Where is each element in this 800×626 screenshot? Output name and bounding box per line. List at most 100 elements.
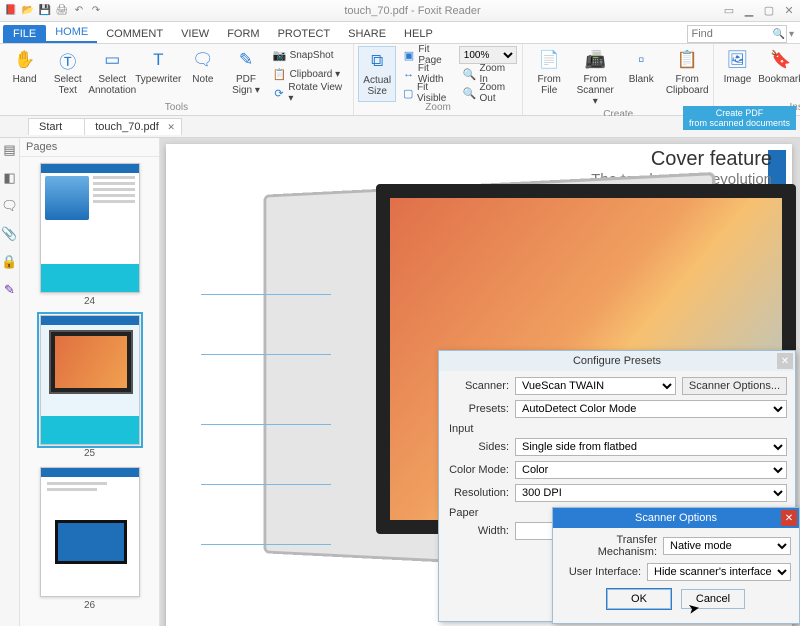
minimize-icon[interactable]: ▁	[742, 4, 756, 18]
bookmark-button[interactable]: 🔖Bookmark	[759, 46, 800, 102]
select-text-button[interactable]: ⓉSelect Text	[47, 46, 88, 102]
tab-help[interactable]: HELP	[395, 25, 442, 43]
callout-line	[201, 484, 331, 485]
rotate-view-button[interactable]: ⟳Rotate View ▾	[269, 84, 349, 102]
colormode-select[interactable]: Color	[515, 461, 787, 479]
ui-select[interactable]: Hide scanner's interface	[647, 563, 791, 581]
note-button[interactable]: 🗨Note	[182, 46, 223, 102]
actual-size-button[interactable]: ⧉Actual Size	[358, 46, 397, 102]
mouse-cursor-icon: ➤	[687, 599, 702, 618]
print-icon[interactable]: 🖨	[55, 4, 69, 18]
presets-select[interactable]: AutoDetect Color Mode	[515, 400, 787, 418]
window-title: touch_70.pdf - Foxit Reader	[103, 5, 722, 17]
resolution-label: Resolution:	[447, 487, 515, 499]
transfer-label: Transfer Mechanism:	[561, 534, 663, 558]
left-tool-strip: ▤ ◧ 🗨 📎 🔒 ✎	[0, 138, 20, 626]
panel-signatures-icon[interactable]: ✎	[4, 282, 15, 298]
zoom-in-button[interactable]: 🔍Zoom In	[459, 65, 518, 83]
actual-size-icon: ⧉	[365, 49, 389, 73]
sides-select[interactable]: Single side from flatbed	[515, 438, 787, 456]
group-label-zoom: Zoom	[358, 102, 518, 115]
resolution-select[interactable]: 300 DPI	[515, 484, 787, 502]
panel-comments-icon[interactable]: 🗨	[1, 198, 18, 214]
titlebar: 📕 📂 💾 🖨 ↶ ↷ touch_70.pdf - Foxit Reader …	[0, 0, 800, 22]
callout-line	[201, 354, 331, 355]
snapshot-button[interactable]: 📷SnapShot	[269, 46, 349, 64]
dialog2-close-icon[interactable]: ✕	[781, 510, 797, 526]
tab-view[interactable]: VIEW	[172, 25, 218, 43]
pdf-sign-button[interactable]: ✎PDF Sign ▾	[225, 46, 266, 102]
hand-button[interactable]: ✋Hand	[4, 46, 45, 102]
thumbnail-24[interactable]: 24	[26, 163, 153, 307]
fit-width-icon: ↔	[402, 67, 414, 81]
document-tabs: Start touch_70.pdf✕ Create PDFfrom scann…	[0, 116, 800, 138]
thumbnail-26[interactable]: 26	[26, 467, 153, 611]
close-icon[interactable]: ✕	[782, 4, 796, 18]
clipboard-icon: 📋	[273, 67, 287, 81]
promo-banner[interactable]: Create PDFfrom scanned documents	[683, 106, 796, 130]
quick-access-toolbar: 📕 📂 💾 🖨 ↶ ↷	[4, 4, 103, 18]
ribbon: ✋Hand ⓉSelect Text ▭Select Annotation TT…	[0, 44, 800, 116]
transfer-select[interactable]: Native mode	[663, 537, 791, 555]
zoom-out-button[interactable]: 🔍Zoom Out	[459, 84, 518, 102]
input-section-label: Input	[449, 423, 787, 435]
fit-width-button[interactable]: ↔Fit Width	[398, 65, 456, 83]
hand-icon: ✋	[13, 48, 37, 72]
scanner-options-dialog: Scanner Options ✕ Transfer Mechanism: Na…	[552, 507, 800, 624]
from-file-button[interactable]: 📄From File	[527, 46, 571, 109]
save-icon[interactable]: 💾	[38, 4, 52, 18]
ribbon-toggle-icon[interactable]: ▭	[722, 4, 736, 18]
fit-page-button[interactable]: ▣Fit Page	[398, 46, 456, 64]
find-input[interactable]	[687, 25, 787, 43]
tab-share[interactable]: SHARE	[339, 25, 395, 43]
panel-attachments-icon[interactable]: 📎	[1, 226, 17, 242]
width-label: Width:	[447, 525, 515, 537]
find-dropdown-icon[interactable]: ▾	[789, 29, 794, 40]
panel-pages-icon[interactable]: ▤	[3, 142, 15, 158]
from-clipboard-button: 📋From Clipboard	[665, 46, 709, 109]
typewriter-button[interactable]: TTypewriter	[136, 46, 180, 102]
blank-button[interactable]: ▫Blank	[619, 46, 663, 109]
select-annotation-button[interactable]: ▭Select Annotation	[90, 46, 134, 102]
tab-document[interactable]: touch_70.pdf✕	[84, 118, 182, 135]
scanner-select[interactable]: VueScan TWAIN	[515, 377, 676, 395]
panel-layers-icon[interactable]: ◧	[3, 170, 15, 186]
fit-visible-icon: ▢	[402, 86, 414, 100]
ribbon-group-insert: 🖼Image 🔖Bookmark 🔗Link 📎File Attachment …	[714, 44, 800, 115]
tab-comment[interactable]: COMMENT	[97, 25, 172, 43]
from-clipboard-icon: 📋	[675, 48, 699, 72]
page-title: Cover feature	[591, 148, 772, 171]
from-scanner-icon: 📠	[583, 48, 607, 72]
presets-label: Presets:	[447, 403, 515, 415]
zoom-in-icon: 🔍	[463, 67, 477, 81]
from-scanner-button[interactable]: 📠From Scanner ▾	[573, 46, 617, 109]
panel-security-icon[interactable]: 🔒	[1, 254, 17, 270]
tab-form[interactable]: FORM	[218, 25, 268, 43]
redo-icon[interactable]: ↷	[89, 4, 103, 18]
pages-panel-title: Pages	[20, 138, 159, 157]
zoom-select[interactable]: 100%	[459, 46, 517, 64]
close-tab-icon[interactable]: ✕	[167, 122, 175, 133]
undo-icon[interactable]: ↶	[72, 4, 86, 18]
scanner-options-button[interactable]: Scanner Options...	[682, 377, 787, 395]
tab-home[interactable]: HOME	[46, 23, 97, 43]
dialog-close-icon[interactable]: ✕	[777, 353, 793, 369]
group-label-tools: Tools	[4, 102, 349, 115]
open-icon[interactable]: 📂	[21, 4, 35, 18]
fit-visible-button[interactable]: ▢Fit Visible	[398, 84, 456, 102]
select-text-icon: Ⓣ	[56, 48, 80, 72]
search-icon[interactable]: 🔍	[773, 29, 785, 40]
file-tab[interactable]: FILE	[3, 25, 46, 43]
ribbon-group-zoom: ⧉Actual Size ▣Fit Page ↔Fit Width ▢Fit V…	[354, 44, 523, 115]
dialog-title[interactable]: Configure Presets ✕	[439, 351, 795, 371]
ok-button[interactable]: OK	[607, 589, 671, 609]
tab-start[interactable]: Start	[28, 118, 85, 135]
thumbnail-25[interactable]: 25	[26, 315, 153, 459]
clipboard-button[interactable]: 📋Clipboard ▾	[269, 65, 349, 83]
blank-icon: ▫	[629, 48, 653, 72]
dialog2-title[interactable]: Scanner Options ✕	[553, 508, 799, 528]
tab-protect[interactable]: PROTECT	[269, 25, 340, 43]
image-button[interactable]: 🖼Image	[718, 46, 757, 102]
maximize-icon[interactable]: ▢	[762, 4, 776, 18]
sides-label: Sides:	[447, 441, 515, 453]
